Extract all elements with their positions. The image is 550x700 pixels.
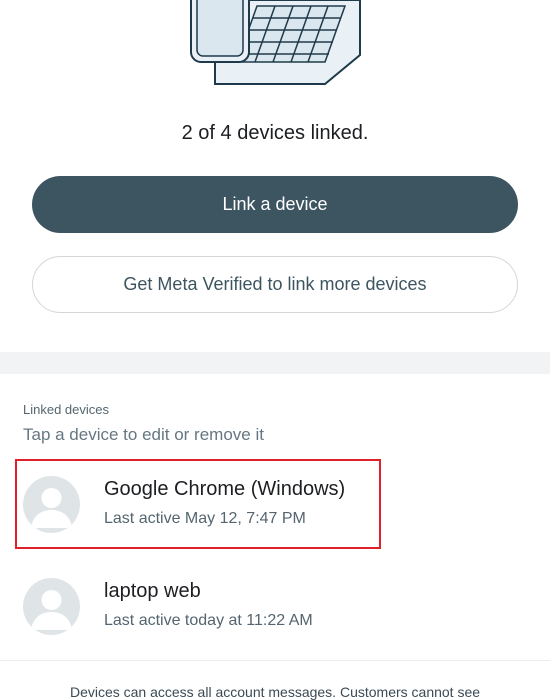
devices-illustration [0, 0, 550, 100]
linked-devices-count: 2 of 4 devices linked. [181, 122, 369, 144]
linked-devices-hint: Tap a device to edit or remove it [23, 425, 264, 444]
device-last-active: Last active May 12, 7:47 PM [104, 510, 306, 527]
laptop-and-phone-illustration [190, 0, 361, 85]
device-last-active: Last active today at 11:22 AM [104, 612, 313, 629]
default-avatar-icon [23, 578, 80, 635]
section-divider [0, 352, 550, 374]
default-avatar-icon [23, 476, 80, 533]
meta-verified-button[interactable]: Get Meta Verified to link more devices [32, 256, 518, 313]
device-name: Google Chrome (Windows) [104, 478, 346, 500]
footer-divider [0, 660, 550, 661]
footer-note: Devices can access all account messages.… [69, 684, 481, 700]
device-item-google-chrome[interactable]: Google Chrome (Windows) Last active May … [0, 458, 550, 550]
link-device-button[interactable]: Link a device [32, 176, 518, 233]
device-item-laptop-web[interactable]: laptop web Last active today at 11:22 AM [0, 560, 550, 652]
device-name: laptop web [104, 580, 201, 602]
linked-devices-label: Linked devices [23, 402, 109, 417]
